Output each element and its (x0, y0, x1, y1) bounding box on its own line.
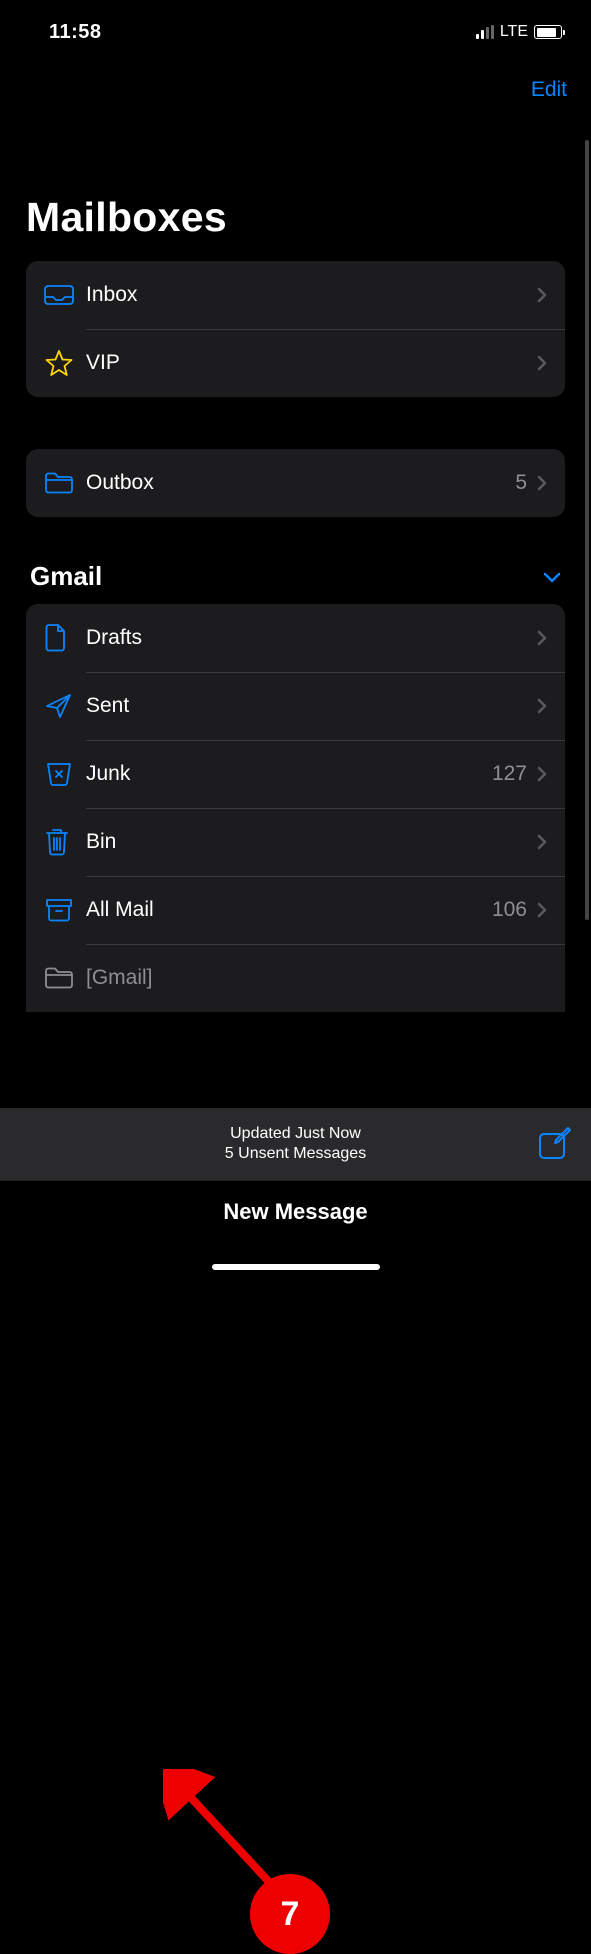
chevron-down-icon (543, 571, 561, 583)
page-title: Mailboxes (0, 102, 591, 261)
mailbox-label: Outbox (86, 471, 515, 495)
home-indicator[interactable] (212, 1264, 380, 1270)
chevron-right-icon (537, 475, 547, 491)
nav-bar: Edit (0, 50, 591, 102)
mailbox-label: All Mail (86, 898, 492, 922)
mailbox-count: 5 (515, 471, 527, 495)
chevron-right-icon (537, 902, 547, 918)
mailbox-vip[interactable]: VIP (26, 329, 565, 397)
annotation-number: 7 (250, 1874, 330, 1954)
mailbox-label: Bin (86, 830, 537, 854)
mailbox-gmail-folder[interactable]: [Gmail] (26, 944, 565, 1012)
chevron-right-icon (537, 287, 547, 303)
mailbox-outbox[interactable]: Outbox 5 (26, 449, 565, 517)
mailbox-bin[interactable]: Bin (26, 808, 565, 876)
paper-plane-icon (44, 691, 86, 721)
status-indicators: LTE (476, 23, 565, 41)
archive-icon (44, 897, 86, 923)
primary-mailboxes-group: Inbox VIP (26, 261, 565, 397)
sync-status-line1: Updated Just Now (225, 1125, 366, 1143)
signal-icon (476, 25, 494, 39)
mailbox-label: [Gmail] (86, 966, 547, 990)
mailbox-label: Drafts (86, 626, 537, 650)
new-message-button[interactable]: New Message (0, 1180, 591, 1242)
new-message-label: New Message (223, 1199, 367, 1225)
mailbox-all-mail[interactable]: All Mail 106 (26, 876, 565, 944)
chevron-right-icon (537, 355, 547, 371)
mailbox-label: Junk (86, 762, 492, 786)
sync-status: Updated Just Now 5 Unsent Messages (225, 1125, 366, 1163)
battery-icon (534, 25, 565, 39)
chevron-right-icon (537, 698, 547, 714)
compose-button[interactable] (537, 1127, 571, 1161)
mailbox-junk[interactable]: Junk 127 (26, 740, 565, 808)
junk-icon (44, 761, 86, 787)
account-name: Gmail (30, 561, 102, 592)
chevron-right-icon (537, 834, 547, 850)
gmail-mailboxes-group: Drafts Sent Junk 127 (26, 604, 565, 1012)
mailbox-count: 127 (492, 762, 527, 786)
outbox-group: Outbox 5 (26, 449, 565, 517)
mailbox-label: VIP (86, 351, 537, 375)
chevron-right-icon (537, 766, 547, 782)
mailbox-sent[interactable]: Sent (26, 672, 565, 740)
annotation-arrow-icon (163, 1769, 323, 1929)
inbox-icon (44, 284, 86, 306)
compose-icon (537, 1127, 571, 1161)
edit-button[interactable]: Edit (531, 78, 567, 102)
mailbox-count: 106 (492, 898, 527, 922)
scroll-indicator[interactable] (585, 140, 589, 920)
folder-icon (44, 471, 86, 495)
toolbar: Updated Just Now 5 Unsent Messages (0, 1108, 591, 1180)
status-time: 11:58 (49, 21, 102, 44)
sync-status-line2: 5 Unsent Messages (225, 1145, 366, 1163)
chevron-right-icon (537, 630, 547, 646)
trash-icon (44, 827, 86, 857)
mailbox-inbox[interactable]: Inbox (26, 261, 565, 329)
network-label: LTE (500, 23, 528, 41)
status-bar: 11:58 LTE (0, 0, 591, 50)
mailbox-drafts[interactable]: Drafts (26, 604, 565, 672)
folder-icon (44, 966, 86, 990)
mailbox-label: Inbox (86, 283, 537, 307)
document-icon (44, 623, 86, 653)
star-icon (44, 349, 86, 377)
mailbox-label: Sent (86, 694, 537, 718)
account-section-header[interactable]: Gmail (0, 561, 591, 604)
